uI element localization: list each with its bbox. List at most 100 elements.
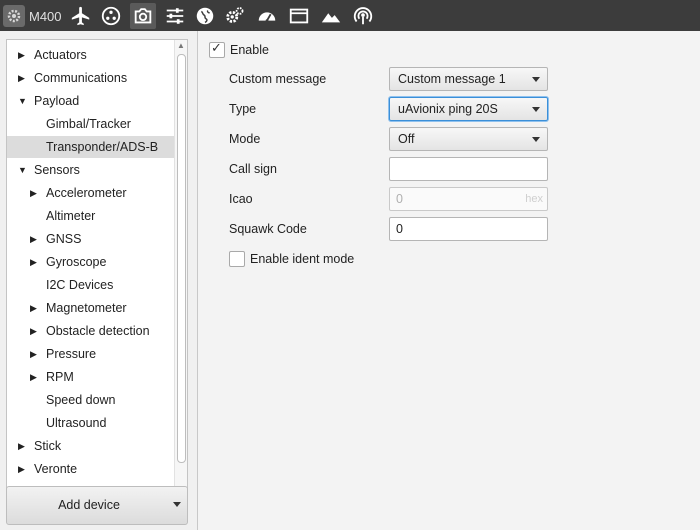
custom-message-select[interactable]: Custom message 1 [389,67,548,91]
tree-item-label: GNSS [46,232,82,246]
tree-item-label: Ultrasound [46,416,107,430]
tree-item[interactable]: ▶ Gyroscope [7,251,175,273]
chevron-down-icon [532,137,540,142]
tree-item[interactable]: ▶ Obstacle detection [7,320,175,342]
camera-icon[interactable] [130,3,156,29]
tree-item-label: Actuators [34,48,87,62]
tree-item-label: Sensors [34,163,80,177]
expand-right-icon[interactable]: ▶ [30,182,40,204]
enable-checkbox[interactable]: ✓ [209,40,225,58]
enable-ident-mode-label: Enable ident mode [250,252,355,266]
speedometer-icon[interactable] [254,3,280,29]
add-device-button[interactable]: Add device [6,486,188,525]
tree-item[interactable]: ▶ Pressure [7,343,175,365]
tree-item-label: I2C Devices [46,278,114,292]
expand-right-icon[interactable]: ▶ [30,251,40,273]
chevron-down-icon[interactable] [173,502,181,507]
expand-right-icon[interactable]: ▶ [18,458,28,480]
icao-value: 0 [396,192,403,206]
enable-label: Enable [230,43,269,57]
tree-item-label: Gimbal/Tracker [46,117,131,131]
tree-item[interactable]: ▶ Communications [7,67,175,89]
scrollbar-thumb[interactable] [177,54,186,463]
device-name: M400 [29,8,62,24]
scroll-up-icon[interactable]: ▲ [175,40,187,52]
tree-item-label: Obstacle detection [46,324,150,338]
tree-item-label: Accelerometer [46,186,127,200]
airplane-icon[interactable] [68,3,94,29]
squawk-code-label: Squawk Code [229,222,307,236]
expand-right-icon[interactable]: ▶ [30,297,40,319]
expand-right-icon[interactable]: ▶ [30,228,40,250]
settings-gear-icon [3,5,25,27]
tree-item[interactable]: ▶ GNSS [7,228,175,250]
tree-item-label: Payload [34,94,80,108]
custom-message-label: Custom message [229,72,327,86]
expand-right-icon[interactable]: ▶ [18,435,28,457]
sliders-icon[interactable] [162,3,188,29]
tree-item[interactable]: Ultrasound [7,412,175,434]
tree-item[interactable]: Transponder/ADS-B [7,136,175,158]
mode-label: Mode [229,132,261,146]
tree-item-label: Pressure [46,347,97,361]
tree-item[interactable]: ▶ RPM [7,366,175,388]
globe-icon[interactable] [192,3,218,29]
icao-label: Icao [229,192,253,206]
expand-right-icon[interactable]: ▶ [30,343,40,365]
tree-item[interactable]: ▼ Payload [7,90,175,112]
squawk-code-value: 0 [396,222,403,236]
expand-right-icon[interactable]: ▶ [18,44,28,66]
device-selector[interactable]: M400 [3,4,62,28]
add-device-label: Add device [58,498,120,512]
chevron-down-icon [532,77,540,82]
call-sign-input[interactable] [389,157,548,181]
tree-item-label: Communications [34,71,128,85]
call-sign-label: Call sign [229,162,277,176]
tree-scrollbar[interactable]: ▲ ▼ [174,40,187,508]
custom-message-value: Custom message 1 [398,72,506,86]
gears-icon[interactable] [222,3,248,29]
tree-item-label: Speed down [46,393,116,407]
tree-item-label: Stick [34,439,62,453]
tree-item-label: RPM [46,370,74,384]
tree-item[interactable]: ▶ Magnetometer [7,297,175,319]
type-label: Type [229,102,257,116]
main-toolbar: M400 [0,0,700,32]
tree-item[interactable]: I2C Devices [7,274,175,296]
expand-down-icon[interactable]: ▼ [18,90,28,112]
mode-value: Off [398,132,415,146]
tree-item[interactable]: ▶ Accelerometer [7,182,175,204]
expand-right-icon[interactable]: ▶ [30,320,40,342]
checkmark-icon: ✓ [211,40,222,55]
tree-item[interactable]: ▶ Veronte [7,458,175,480]
left-panel: ▶ Actuators ▶ Communications ▼ Payload Gimbal/… [0,31,198,530]
tree-item[interactable]: ▶ Actuators [7,44,175,66]
window-icon[interactable] [286,3,312,29]
icao-input[interactable]: 0 hex [389,187,548,211]
tree-item[interactable]: ▼ Sensors [7,159,175,181]
expand-right-icon[interactable]: ▶ [18,67,28,89]
mountain-icon[interactable] [318,3,344,29]
transponder-config-panel: ✓ Enable Custom message Custom message 1… [198,31,700,530]
tree-item-label: Veronte [34,462,78,476]
mode-select[interactable]: Off [389,127,548,151]
tree-item-label: Transponder/ADS-B [46,140,159,154]
tree-item[interactable]: ▶ Stick [7,435,175,457]
signal-icon[interactable] [350,3,376,29]
chevron-down-icon [532,107,540,112]
expand-right-icon[interactable]: ▶ [30,366,40,388]
device-tree: ▶ Actuators ▶ Communications ▼ Payload Gimbal/… [6,39,188,509]
mission-icon[interactable] [98,3,124,29]
icao-unit-hex: hex [525,193,543,205]
tree-item-label: Magnetometer [46,301,127,315]
tree-item-label: Altimeter [46,209,96,223]
type-select[interactable]: uAvionix ping 20S [389,97,548,121]
enable-ident-mode-checkbox[interactable] [229,251,245,267]
squawk-code-input[interactable]: 0 [389,217,548,241]
tree-item[interactable]: Speed down [7,389,175,411]
tree-item[interactable]: Gimbal/Tracker [7,113,175,135]
type-value: uAvionix ping 20S [398,102,498,116]
expand-down-icon[interactable]: ▼ [18,159,28,181]
tree-item-label: Gyroscope [46,255,107,269]
tree-item[interactable]: Altimeter [7,205,175,227]
